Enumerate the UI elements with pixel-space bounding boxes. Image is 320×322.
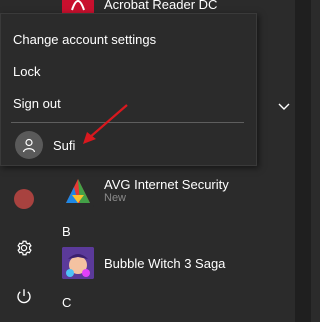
user-name[interactable]: Sufi (53, 138, 75, 153)
power-icon[interactable] (12, 284, 36, 308)
lock-item[interactable]: Lock (13, 64, 40, 80)
sign-out-item[interactable]: Sign out (13, 96, 61, 112)
avg-icon (62, 175, 94, 207)
user-icon[interactable] (15, 131, 43, 159)
app-item-bubble-witch[interactable]: Bubble Witch 3 Saga (62, 247, 292, 279)
annotation-arrow-icon (83, 104, 128, 144)
app-name-avg: AVG Internet Security (104, 177, 229, 192)
app-status-avg: New (104, 192, 127, 204)
app-name-bubble-witch: Bubble Witch 3 Saga (104, 255, 226, 271)
profile-picture-icon[interactable] (12, 187, 36, 211)
app-name-acrobat: Acrobat Reader DC (104, 0, 218, 12)
app-item-avg[interactable]: AVG Internet Security New (62, 175, 292, 207)
gear-icon[interactable] (12, 236, 36, 260)
scroll-track[interactable] (295, 0, 311, 322)
bubble-witch-icon (62, 247, 94, 279)
account-flyout: Change account settings Lock Sign out Su… (0, 13, 257, 166)
letter-header-c[interactable]: C (62, 295, 71, 310)
letter-header-b[interactable]: B (62, 224, 71, 239)
chevron-down-icon[interactable] (276, 99, 292, 115)
change-account-settings-item[interactable]: Change account settings (13, 32, 156, 48)
